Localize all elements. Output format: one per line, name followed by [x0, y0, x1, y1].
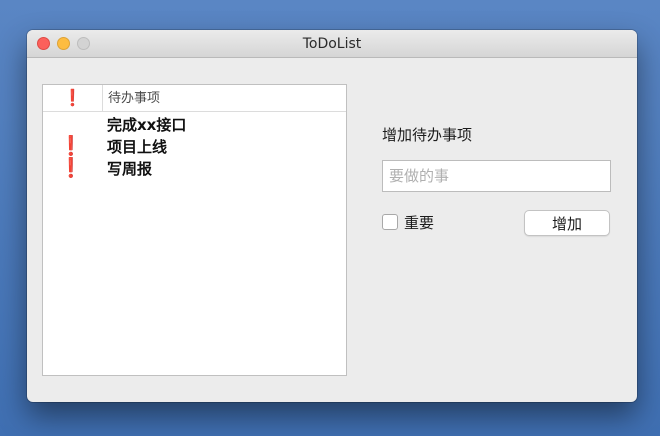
task-text: 项目上线 — [107, 138, 168, 156]
important-marker: ❗ — [59, 157, 83, 179]
exclamation-icon: ❗ — [62, 88, 83, 107]
important-checkbox-label[interactable]: 重要 — [404, 212, 434, 233]
table-row[interactable]: 完成xx接口 — [43, 114, 346, 136]
important-column-header[interactable]: ❗ — [43, 85, 103, 111]
task-input[interactable] — [382, 160, 611, 192]
title-bar: ToDoList — [27, 30, 637, 58]
todo-table[interactable]: ❗ 待办事项 完成xx接口 ❗ 项目上线 ❗ 写周报 — [42, 84, 347, 376]
add-button[interactable]: 增加 — [524, 210, 610, 236]
table-header: ❗ 待办事项 — [43, 85, 346, 112]
important-checkbox[interactable] — [382, 214, 398, 230]
task-text: 完成xx接口 — [107, 116, 187, 134]
add-task-heading: 增加待办事项 — [382, 126, 473, 144]
table-rows: 完成xx接口 ❗ 项目上线 ❗ 写周报 — [43, 114, 346, 180]
todolist-window: ToDoList ❗ 待办事项 完成xx接口 ❗ 项目上线 ❗ 写周报 增加待办… — [27, 30, 637, 402]
window-title: ToDoList — [302, 36, 362, 52]
important-checkbox-group[interactable]: 重要 — [382, 212, 434, 232]
task-column-header[interactable]: 待办事项 — [108, 85, 160, 111]
table-row[interactable]: ❗ 项目上线 — [43, 135, 346, 158]
important-marker: ❗ — [59, 135, 83, 157]
table-row[interactable]: ❗ 写周报 — [43, 157, 346, 180]
task-text: 写周报 — [107, 160, 153, 178]
